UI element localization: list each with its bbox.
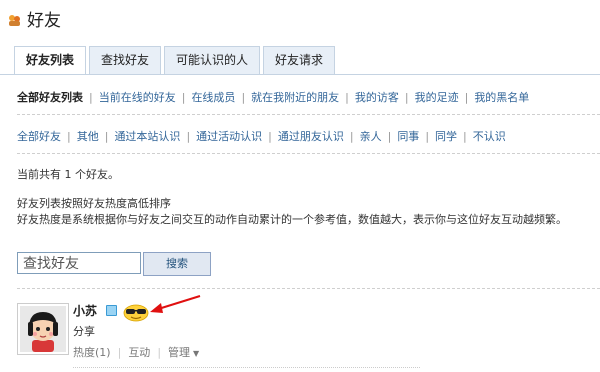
nav-separator: | [387, 130, 392, 143]
nav-my-footprints[interactable]: 我的足迹 [415, 91, 459, 104]
heat-value: 热度(1) [73, 346, 111, 359]
nav-separator: | [464, 91, 469, 104]
nav-separator: | [425, 130, 430, 143]
page-header: 好友 [8, 6, 61, 31]
filter-all-friends[interactable]: 全部好友 [17, 130, 61, 143]
nav-separator: | [463, 130, 467, 143]
action-separator: | [117, 346, 122, 359]
filter-other[interactable]: 其他 [77, 130, 99, 143]
manage-label: 管理 [168, 346, 191, 359]
friend-count: 当前共有 1 个好友。 [17, 168, 119, 181]
filter-classmates[interactable]: 同学 [435, 130, 457, 143]
sort-description: 好友热度是系统根据你与好友之间交互的动作自动累计的一个参考值，数值越大，表示你与… [17, 213, 567, 226]
nav-separator: | [181, 91, 186, 104]
friend-actions: 热度(1) | 互动 | 管理 ▼ [73, 344, 199, 360]
filter-colleagues[interactable]: 同事 [397, 130, 419, 143]
search-form: 搜索 [17, 252, 211, 276]
nav-separator: | [241, 91, 246, 104]
filter-via-site[interactable]: 通过本站认识 [114, 130, 180, 143]
nav-separator: | [67, 130, 71, 143]
nav-my-visitors[interactable]: 我的访客 [355, 91, 399, 104]
friend-name[interactable]: 小苏 [73, 302, 97, 319]
sort-title: 好友列表按照好友热度高低排序 [17, 197, 171, 210]
filter-strangers[interactable]: 不认识 [473, 130, 506, 143]
search-input[interactable] [17, 252, 141, 274]
tab-friend-list[interactable]: 好友列表 [14, 46, 87, 75]
sub-nav: 全部好友列表 | 当前在线的好友 | 在线成员 | 就在我附近的朋友 | 我的访客 | 我的足迹 | 我… [17, 89, 529, 105]
nav-my-blacklist[interactable]: 我的黑名单 [474, 91, 529, 104]
divider [17, 153, 600, 154]
interact-link[interactable]: 互动 [128, 346, 150, 359]
action-separator: | [157, 346, 162, 359]
page-title: 好友 [27, 10, 61, 31]
friends-icon [8, 12, 21, 26]
divider [17, 288, 600, 289]
nav-online-members[interactable]: 在线成员 [191, 91, 235, 104]
tab-may-know[interactable]: 可能认识的人 [164, 46, 261, 74]
cool-emoticon-icon [122, 302, 150, 326]
tab-find-friends[interactable]: 查找好友 [89, 46, 162, 74]
filter-via-activity[interactable]: 通过活动认识 [196, 130, 262, 143]
group-filter: 全部好友 | 其他 | 通过本站认识 | 通过活动认识 | 通过朋友认识 | 亲人 | 同事 | 同学 | 不认… [17, 128, 506, 144]
nav-separator: | [186, 130, 191, 143]
tab-bar: 好友列表 查找好友 可能认识的人 好友请求 [14, 46, 600, 75]
search-button[interactable]: 搜索 [143, 252, 211, 276]
nav-online-friends[interactable]: 当前在线的好友 [99, 91, 176, 104]
nav-nearby-friends[interactable]: 就在我附近的朋友 [251, 91, 339, 104]
nav-all-friends-list[interactable]: 全部好友列表 [17, 91, 83, 104]
nav-separator: | [349, 130, 354, 143]
avatar[interactable] [17, 303, 69, 355]
manage-dropdown[interactable]: 管理 ▼ [168, 346, 199, 359]
share-label: 分享 [73, 325, 95, 338]
nav-separator: | [104, 130, 109, 143]
divider [17, 114, 600, 115]
nav-separator: | [268, 130, 272, 143]
nav-separator: | [404, 91, 409, 104]
annotation-arrow-icon [147, 293, 203, 319]
online-status-icon [106, 305, 117, 316]
tab-friend-requests[interactable]: 好友请求 [263, 46, 336, 74]
filter-relatives[interactable]: 亲人 [360, 130, 382, 143]
tab-divider [0, 74, 600, 75]
filter-via-friends[interactable]: 通过朋友认识 [278, 130, 344, 143]
nav-separator: | [345, 91, 349, 104]
divider [73, 367, 420, 368]
chevron-down-icon: ▼ [193, 349, 200, 358]
nav-separator: | [89, 91, 93, 104]
